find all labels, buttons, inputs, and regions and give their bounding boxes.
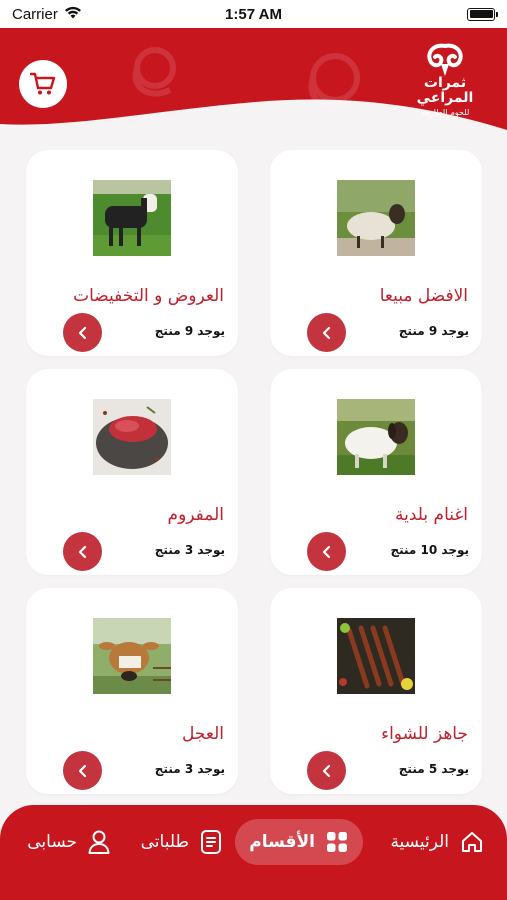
category-card-offers[interactable]: العروض و التخفيضات يوجد 9 منتج <box>26 150 238 356</box>
cart-button[interactable] <box>19 60 67 108</box>
category-arrow-button[interactable] <box>63 313 102 352</box>
nav-categories-label: الأقسام <box>249 832 315 852</box>
category-card-ready-to-grill[interactable]: جاهز للشواء يوجد 5 منتج <box>270 588 482 794</box>
category-title: الافضل مبيعا <box>379 286 468 306</box>
ram-logo-icon <box>427 43 463 76</box>
chevron-left-icon <box>322 545 330 558</box>
nav-home[interactable]: الرئيسية <box>390 819 485 865</box>
nav-account-label: حسابى <box>27 832 77 852</box>
chevron-left-icon <box>78 545 86 558</box>
chevron-left-icon <box>78 764 86 777</box>
categories-grid: الافضل مبيعا يوجد 9 منتج العروض و التخفي… <box>26 150 482 794</box>
orders-icon <box>201 830 221 854</box>
nav-orders-label: طلباتى <box>140 832 189 852</box>
bottom-nav: الرئيسية الأقسام طلباتى حسابى <box>0 805 507 900</box>
user-icon <box>88 830 110 854</box>
category-count: يوجد 3 منتج <box>154 762 225 776</box>
category-image-goat <box>93 180 171 256</box>
category-card-local-sheep[interactable]: اغنام بلدية يوجد 10 منتج <box>270 369 482 575</box>
logo-title: ثمرات المراعي <box>416 75 474 106</box>
chevron-left-icon <box>322 764 330 777</box>
category-card-calf[interactable]: العجل يوجد 3 منتج <box>26 588 238 794</box>
category-image-minced-meat <box>93 399 171 475</box>
app-header: ثمرات المراعي للحوم الطازجة <box>0 28 507 140</box>
status-left: Carrier <box>12 6 82 23</box>
status-bar: Carrier 1:57 AM <box>0 0 507 28</box>
category-arrow-button[interactable] <box>307 751 346 790</box>
nav-categories[interactable]: الأقسام <box>235 819 363 865</box>
brand-logo: ثمرات المراعي للحوم الطازجة <box>405 42 485 130</box>
nav-account[interactable]: حسابى <box>27 819 111 865</box>
home-icon <box>462 832 482 852</box>
category-image-sheep <box>337 180 415 256</box>
carrier-label: Carrier <box>12 5 58 23</box>
category-title: المفروم <box>167 505 224 525</box>
battery-icon <box>467 7 498 21</box>
category-title: جاهز للشواء <box>381 724 468 744</box>
category-count: يوجد 10 منتج <box>390 543 469 557</box>
category-title: اغنام بلدية <box>395 505 468 525</box>
logo-subtitle: للحوم الطازجة <box>420 108 470 117</box>
category-card-best-sellers[interactable]: الافضل مبيعا يوجد 9 منتج <box>270 150 482 356</box>
category-image-sheep-white <box>337 399 415 475</box>
grid-icon <box>327 832 347 852</box>
category-count: يوجد 5 منتج <box>398 762 469 776</box>
category-count: يوجد 9 منتج <box>154 324 225 338</box>
category-arrow-button[interactable] <box>63 532 102 571</box>
category-count: يوجد 9 منتج <box>398 324 469 338</box>
cart-icon <box>30 72 56 95</box>
wifi-icon <box>64 6 82 23</box>
nav-home-label: الرئيسية <box>390 832 449 852</box>
category-image-calf <box>93 618 171 694</box>
chevron-left-icon <box>78 326 86 339</box>
category-title: العجل <box>182 724 224 744</box>
category-count: يوجد 3 منتج <box>154 543 225 557</box>
category-title: العروض و التخفيضات <box>73 286 224 306</box>
category-arrow-button[interactable] <box>307 532 346 571</box>
chevron-left-icon <box>322 326 330 339</box>
category-card-minced[interactable]: المفروم يوجد 3 منتج <box>26 369 238 575</box>
category-arrow-button[interactable] <box>307 313 346 352</box>
category-arrow-button[interactable] <box>63 751 102 790</box>
category-image-skewers <box>337 618 415 694</box>
nav-orders[interactable]: طلباتى <box>141 819 223 865</box>
